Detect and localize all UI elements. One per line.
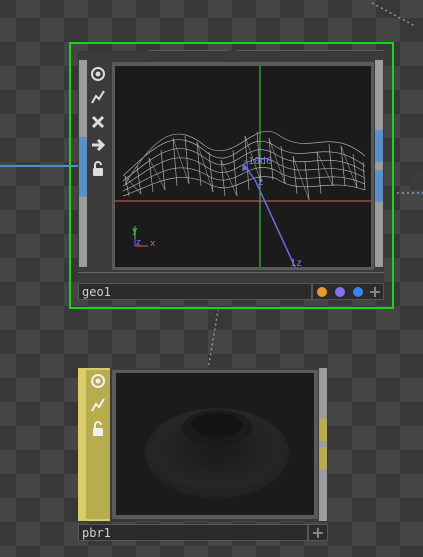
pbr1-node[interactable]: pbr1 + xyxy=(78,368,328,543)
viewer-icon[interactable] xyxy=(88,64,108,84)
network-badge[interactable] xyxy=(353,287,363,297)
output-connector[interactable] xyxy=(375,60,383,267)
gizmo-z-label: z xyxy=(136,238,141,248)
export-icon[interactable] xyxy=(88,135,108,155)
top-connector-left xyxy=(149,50,227,61)
top-connector-right xyxy=(236,50,384,61)
torus-preview xyxy=(145,408,289,498)
node-name: geo1 xyxy=(82,285,111,299)
bypass-icon[interactable] xyxy=(88,87,108,107)
gizmo-y-label: y xyxy=(132,226,138,236)
gizmo-x-label: x xyxy=(150,239,156,249)
lock-icon[interactable] xyxy=(88,419,108,439)
geo1-node[interactable]: -10d0 z 1z y x z geo1 + xyxy=(69,42,394,309)
geometry-viewport[interactable]: -10d0 z 1z y x z xyxy=(115,66,371,267)
add-icon[interactable]: + xyxy=(367,284,383,300)
output-port-secondary[interactable] xyxy=(319,447,327,469)
node-name: pbr1 xyxy=(82,526,111,540)
local-z-label: z xyxy=(258,177,264,188)
output-connector[interactable] xyxy=(319,368,327,521)
node-family-inner xyxy=(86,370,110,519)
node-name-field[interactable]: geo1 xyxy=(78,283,312,300)
output-port-secondary[interactable] xyxy=(375,170,383,202)
material-badge[interactable] xyxy=(317,287,327,297)
offscreen-node-edge xyxy=(410,170,423,190)
render-badge[interactable] xyxy=(335,287,345,297)
lock-icon[interactable] xyxy=(88,159,108,179)
viewer-icon[interactable] xyxy=(88,371,108,391)
node-name-field[interactable]: pbr1 xyxy=(78,524,308,541)
bottom-connector xyxy=(78,272,384,282)
origin-label: -10d0 xyxy=(242,156,273,167)
add-icon[interactable]: + xyxy=(310,525,326,541)
cooking-icon[interactable] xyxy=(88,112,108,132)
material-preview[interactable] xyxy=(116,373,314,515)
output-port-active[interactable] xyxy=(319,419,327,441)
bypass-icon[interactable] xyxy=(88,395,108,415)
output-port-active[interactable] xyxy=(375,130,383,162)
input-port-active[interactable] xyxy=(79,137,87,197)
far-z-label: 1z xyxy=(290,258,302,267)
